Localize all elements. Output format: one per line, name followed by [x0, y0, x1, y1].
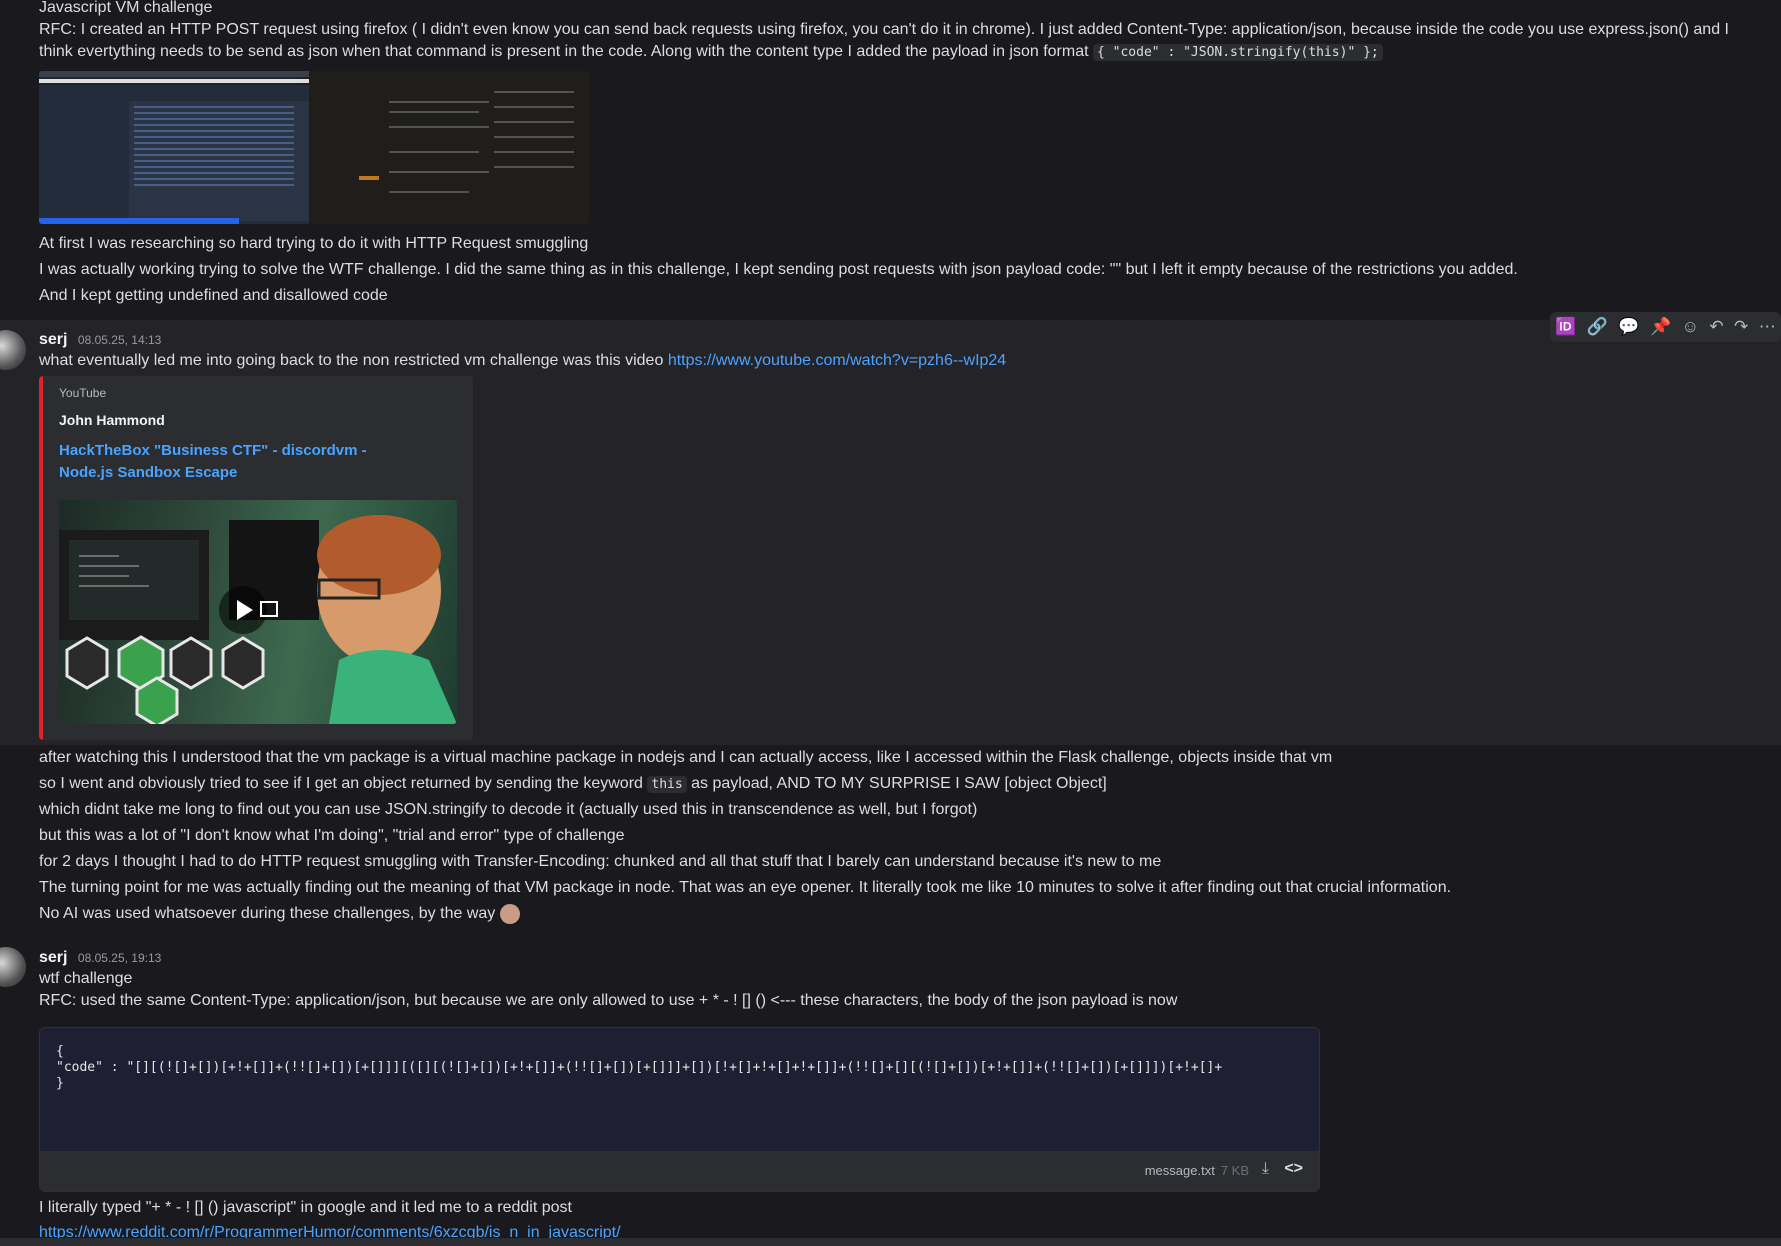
- code-file-preview[interactable]: { "code" : "[][(![]+[])[+!+[]]+(!![]+[])…: [39, 1027, 1320, 1192]
- message-text: I literally typed "+ * - ! [] () javascr…: [39, 1199, 572, 1216]
- screenshot-attachment[interactable]: [39, 71, 589, 224]
- file-name[interactable]: message.txt 7 KB: [1145, 1163, 1249, 1178]
- message-text: At first I was researching so hard tryin…: [39, 235, 589, 252]
- file-footer: message.txt 7 KB ⤓ <>: [40, 1151, 1319, 1191]
- file-name-text: message.txt: [1144, 1163, 1215, 1178]
- message-body: what eventually led me into going back t…: [39, 352, 664, 369]
- message-text: RFC: used the same Content-Type: applica…: [39, 992, 1178, 1009]
- author-name[interactable]: serj: [39, 949, 67, 966]
- message-text: The turning point for me was actually fi…: [39, 879, 1452, 896]
- message-text: No AI was used whatsoever during these c…: [39, 903, 520, 925]
- message-text: what eventually led me into going back t…: [39, 350, 1006, 372]
- message-toolbar: 🆔 🔗 💬 📌 ☺ ↶ ↷ ⋯: [1550, 312, 1781, 342]
- video-thumbnail-image: [59, 515, 457, 724]
- message-text: but this was a lot of "I don't know what…: [39, 827, 625, 844]
- scroll-edge: [0, 1238, 1781, 1246]
- message-text: I was actually working trying to solve t…: [39, 261, 1518, 278]
- message-body: No AI was used whatsoever during these c…: [39, 905, 496, 922]
- screenshot-image: [39, 71, 589, 224]
- message-text: for 2 days I thought I had to do HTTP re…: [39, 853, 1162, 870]
- youtube-link[interactable]: https://www.youtube.com/watch?v=pzh6--wI…: [668, 352, 1006, 369]
- rfc-text: RFC: I created an HTTP POST request usin…: [39, 21, 1729, 60]
- message-body: as payload, AND TO MY SURPRISE I SAW [ob…: [691, 775, 1107, 792]
- link-icon[interactable]: 🔗: [1587, 317, 1608, 337]
- message-text: And I kept getting undefined and disallo…: [39, 287, 388, 304]
- message-text: after watching this I understood that th…: [39, 749, 1333, 766]
- face-emoji-icon: [499, 903, 520, 924]
- message-body: so I went and obviously tried to see if …: [39, 775, 643, 792]
- timestamp[interactable]: 08.05.25, 19:13: [78, 951, 161, 965]
- message-header: serj 08.05.25, 19:13: [39, 947, 161, 969]
- forward-icon[interactable]: ↷: [1734, 317, 1748, 337]
- reply-icon[interactable]: ↶: [1709, 317, 1723, 337]
- message-text: which didnt take me long to find out you…: [39, 801, 978, 818]
- expand-code-icon[interactable]: <>: [1284, 1160, 1303, 1178]
- code-line: {: [56, 1044, 64, 1059]
- timestamp[interactable]: 08.05.25, 14:13: [78, 333, 161, 347]
- inline-code: { "code" : "JSON.stringify(this)" };: [1093, 44, 1383, 61]
- video-embed: YouTube John Hammond HackTheBox "Busines…: [39, 376, 473, 740]
- thread-icon[interactable]: 💬: [1618, 317, 1639, 337]
- author-name[interactable]: serj: [39, 331, 67, 348]
- code-content: { "code" : "[][(![]+[])[+!+[]]+(!![]+[])…: [56, 1044, 1222, 1092]
- download-icon[interactable]: ⤓: [1262, 1160, 1269, 1178]
- code-line: "code" : "[][(![]+[])[+!+[]]+(!![]+[])[+…: [56, 1060, 1223, 1075]
- id-icon[interactable]: 🆔: [1555, 317, 1576, 337]
- more-icon[interactable]: ⋯: [1759, 317, 1776, 337]
- message-text: so I went and obviously tried to see if …: [39, 773, 1107, 796]
- inline-code: this: [647, 776, 687, 793]
- emoji-icon[interactable]: ☺: [1682, 317, 1699, 337]
- message-text: RFC: I created an HTTP POST request usin…: [39, 19, 1759, 64]
- video-thumbnail[interactable]: [59, 500, 457, 724]
- embed-provider: YouTube: [59, 386, 107, 400]
- message-text: Javascript VM challenge: [39, 0, 213, 16]
- message-text: wtf challenge: [39, 970, 133, 987]
- embed-author[interactable]: John Hammond: [59, 412, 165, 428]
- pin-icon[interactable]: 📌: [1650, 317, 1671, 337]
- code-line: }: [56, 1076, 64, 1091]
- file-size: 7 KB: [1220, 1163, 1249, 1178]
- avatar[interactable]: [0, 947, 26, 987]
- embed-title[interactable]: HackTheBox "Business CTF" - discordvm - …: [59, 440, 419, 484]
- message-header: serj 08.05.25, 14:13: [39, 329, 161, 351]
